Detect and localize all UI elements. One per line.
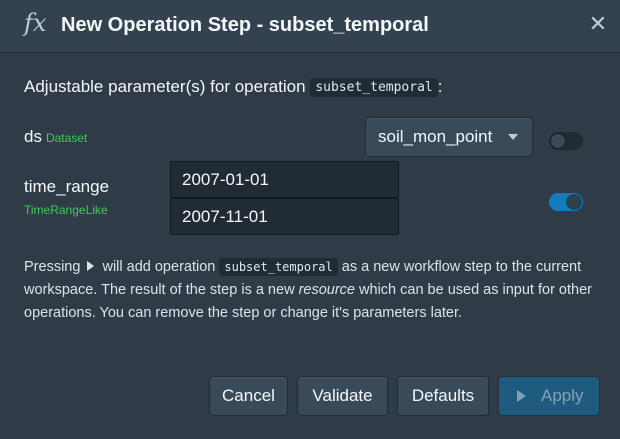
- intro-suffix: :: [437, 77, 443, 96]
- play-icon: [87, 261, 95, 271]
- description-text: Pressing will add operation subset_tempo…: [24, 256, 604, 325]
- dialog-header: fx New Operation Step - subset_temporal …: [0, 0, 620, 52]
- desc-part2: will add operation: [102, 259, 216, 275]
- time-range-end-input[interactable]: [170, 198, 399, 235]
- desc-part1: Pressing: [24, 259, 81, 275]
- apply-button-label: Apply: [541, 386, 584, 405]
- desc-resource: resource: [298, 282, 355, 298]
- param-time-range-type: TimeRangeLike: [24, 203, 108, 217]
- toggle-knob: [567, 195, 581, 209]
- apply-button[interactable]: Apply: [499, 377, 599, 415]
- toggle-knob: [551, 134, 565, 148]
- param-ds-name: ds: [24, 127, 42, 146]
- ds-select[interactable]: soil_mon_point: [366, 118, 532, 156]
- close-icon[interactable]: ✕: [588, 12, 608, 36]
- ds-select-value: soil_mon_point: [378, 127, 493, 146]
- time-range-toggle[interactable]: [549, 193, 583, 211]
- param-ds: ds Dataset: [24, 127, 87, 147]
- intro-text: Adjustable parameter(s) for operation su…: [24, 77, 442, 97]
- param-ds-type: Dataset: [45, 131, 88, 145]
- caret-down-icon: [508, 134, 518, 140]
- validate-button[interactable]: Validate: [298, 377, 387, 415]
- new-operation-step-dialog: fx New Operation Step - subset_temporal …: [0, 0, 620, 439]
- param-time-range-name: time_range: [24, 177, 110, 196]
- fx-icon: fx: [24, 9, 47, 37]
- dialog-title: New Operation Step - subset_temporal: [61, 14, 429, 36]
- desc-operation-code: subset_temporal: [219, 258, 338, 276]
- operation-code: subset_temporal: [310, 78, 438, 97]
- intro-prefix: Adjustable parameter(s) for operation: [24, 77, 306, 96]
- ds-toggle[interactable]: [549, 132, 583, 150]
- cancel-button[interactable]: Cancel: [210, 377, 287, 415]
- play-icon: [517, 390, 526, 402]
- defaults-button[interactable]: Defaults: [398, 377, 488, 415]
- time-range-start-input[interactable]: [170, 161, 399, 198]
